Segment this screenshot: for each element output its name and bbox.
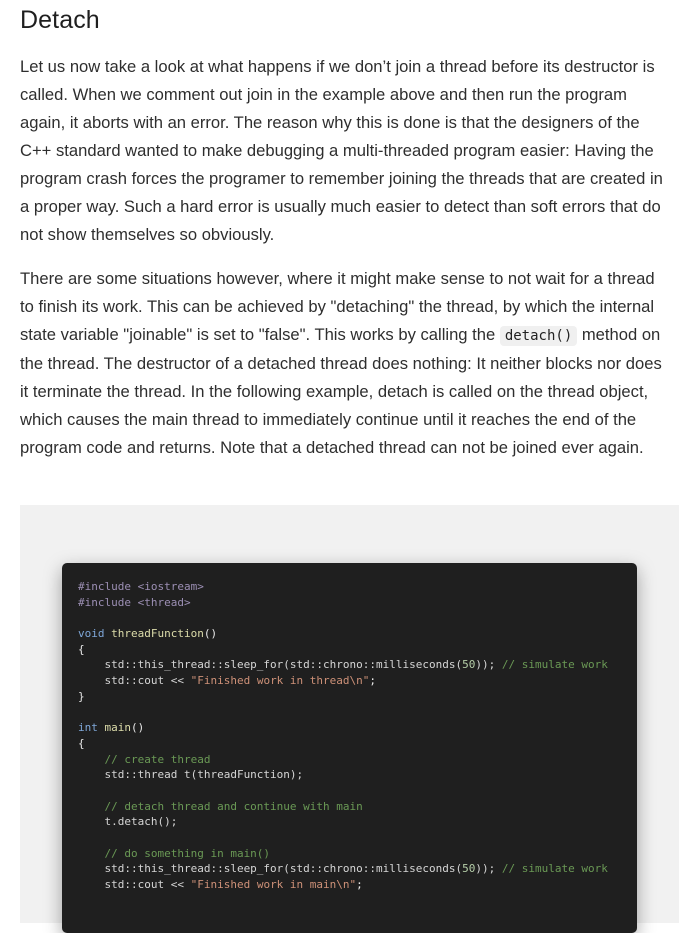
code-line: // do something in main() [78,846,608,862]
code-line: std::this_thread::sleep_for(std::chrono:… [78,657,608,673]
code-token: void [78,627,105,641]
code-token: std::cout << [78,674,191,688]
code-line: { [78,736,608,752]
code-line: t.detach(); [78,814,608,830]
code-token: std::this_thread::sleep_for(std::chrono:… [78,658,463,672]
code-window: #include <iostream> #include <thread> void… [62,563,637,933]
code-line: std::cout << "Finished work in thread\n"… [78,673,608,689]
paragraph-join-explanation: Let us now take a look at what happens i… [20,57,663,244]
code-line: std::this_thread::sleep_for(std::chrono:… [78,861,608,877]
code-token: int [78,721,98,735]
code-line: // detach thread and continue with main [78,799,608,815]
code-line: #include <thread> [78,595,608,611]
code-token: "Finished work in main\n" [190,878,357,892]
code-token: () [131,721,145,735]
code-token: // do something in main() [78,846,271,860]
code-token: ; [356,878,363,892]
code-token: 50 [462,658,476,672]
code-token: std::thread t(threadFunction); [78,768,304,782]
code-token: ; [369,674,377,688]
code-token: )); [475,658,502,672]
code-token: "Finished work in thread\n" [190,674,370,688]
code-token: () [203,627,218,641]
code-line: { [78,642,608,658]
code-line: std::thread t(threadFunction); [78,767,608,783]
code-token: threadFunction [111,627,204,641]
code-token: 50 [462,862,476,876]
inline-code-detach: detach() [499,326,578,346]
code-line: } [78,689,608,705]
code-token: // create thread [78,752,211,766]
code-token: { [78,736,85,750]
code-line: std::cout << "Finished work in main\n"; [78,877,608,893]
code-token: // simulate work [501,658,608,672]
code-line: #include <iostream> [78,579,608,595]
code-line: int main() [78,720,608,736]
code-token: )); [475,862,502,876]
code-token: t.detach(); [78,815,178,829]
code-token: #include <iostream> [78,580,204,593]
code-line: void threadFunction() [78,626,608,642]
code-block[interactable]: #include <iostream> #include <thread> void… [78,579,608,893]
section-heading: Detach [20,6,100,34]
code-token: std::this_thread::sleep_for(std::chrono:… [78,862,463,876]
code-token: // detach thread and continue with main [78,799,363,813]
code-token: #include <thread> [78,595,191,609]
code-token: std::cout << [78,878,191,892]
code-token: { [78,642,85,656]
paragraph-detach-explanation: There are some situations however, where… [20,265,665,462]
code-token: } [78,689,85,703]
code-token: main [104,721,132,735]
code-token: // simulate work [501,862,608,876]
code-line: // create thread [78,752,608,768]
code-block-container: #include <iostream> #include <thread> void… [20,505,679,933]
